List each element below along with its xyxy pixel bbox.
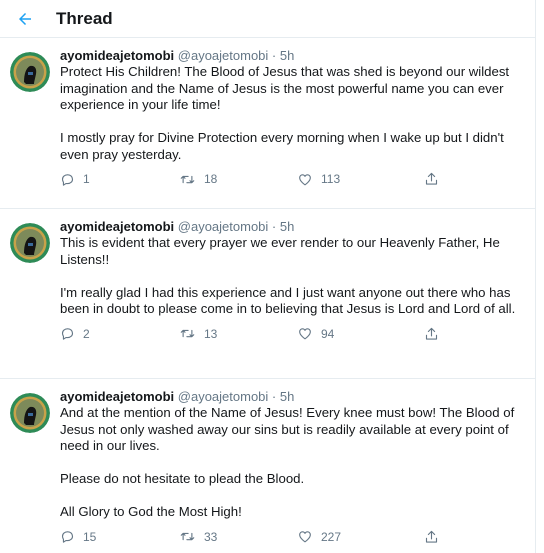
retweet-icon xyxy=(180,532,195,541)
share-button[interactable] xyxy=(424,171,439,187)
tweet[interactable]: ayomideajetomobi @ayoajetomobi · 5h Prot… xyxy=(0,38,535,209)
retweet-button[interactable]: 18 xyxy=(179,172,297,187)
tweet-actions: 2 13 94 xyxy=(60,318,525,350)
share-icon xyxy=(425,172,438,185)
retweet-button[interactable]: 33 xyxy=(179,529,297,544)
share-button[interactable] xyxy=(424,326,439,342)
retweet-button[interactable]: 13 xyxy=(179,326,297,341)
back-arrow-icon xyxy=(19,12,31,25)
reply-icon xyxy=(61,173,74,186)
avatar-image xyxy=(10,223,50,263)
author-handle[interactable]: @ayoajetomobi xyxy=(178,48,269,63)
like-count: 227 xyxy=(321,529,342,544)
like-button[interactable]: 227 xyxy=(297,529,424,544)
tweet-body: Protect His Children! The Blood of Jesus… xyxy=(60,64,525,163)
heart-icon xyxy=(299,328,311,340)
tweet-meta: ayomideajetomobi @ayoajetomobi · 5h xyxy=(60,389,525,405)
page-title: Thread xyxy=(56,8,113,28)
author-handle[interactable]: @ayoajetomobi xyxy=(178,219,269,234)
tweet-body: And at the mention of the Name of Jesus!… xyxy=(60,405,525,521)
tweet-paragraph: And at the mention of the Name of Jesus!… xyxy=(60,405,515,453)
tweet-actions: 15 33 227 xyxy=(60,521,525,553)
author-handle[interactable]: @ayoajetomobi xyxy=(178,389,269,404)
back-button[interactable] xyxy=(14,8,36,30)
heart-icon xyxy=(299,531,311,543)
meta-separator: · xyxy=(271,48,277,63)
tweet-paragraph: All Glory to God the Most High! xyxy=(60,504,242,519)
timestamp[interactable]: 5h xyxy=(280,389,294,404)
timestamp[interactable]: 5h xyxy=(280,219,294,234)
meta-separator: · xyxy=(271,389,277,404)
tweet-meta: ayomideajetomobi @ayoajetomobi · 5h xyxy=(60,48,525,64)
reply-count: 2 xyxy=(83,326,90,341)
meta-separator: · xyxy=(271,219,277,234)
retweet-icon xyxy=(180,175,195,183)
avatar-image xyxy=(10,393,50,433)
avatar-image xyxy=(10,52,50,92)
tweet-paragraph: Please do not hesitate to plead the Bloo… xyxy=(60,471,305,486)
author-name[interactable]: ayomideajetomobi xyxy=(60,219,174,234)
timestamp[interactable]: 5h xyxy=(280,48,294,63)
author-name[interactable]: ayomideajetomobi xyxy=(60,48,174,63)
retweet-count: 33 xyxy=(204,529,218,544)
tweet-paragraph: Protect His Children! The Blood of Jesus… xyxy=(60,64,510,112)
thread-header: Thread xyxy=(0,0,535,38)
avatar[interactable] xyxy=(10,393,50,433)
retweet-icon xyxy=(180,329,195,338)
reply-button[interactable]: 1 xyxy=(60,172,179,187)
tweet-actions: 1 18 113 xyxy=(60,163,525,195)
reply-button[interactable]: 2 xyxy=(60,326,179,341)
share-icon xyxy=(425,530,438,543)
like-button[interactable]: 113 xyxy=(297,172,424,187)
author-name[interactable]: ayomideajetomobi xyxy=(60,389,174,404)
heart-icon xyxy=(299,173,311,185)
tweet-paragraph: I'm really glad I had this experience an… xyxy=(60,284,516,317)
reply-count: 15 xyxy=(83,529,97,544)
like-count: 113 xyxy=(321,172,341,186)
tweet[interactable]: ayomideajetomobi @ayoajetomobi · 5h And … xyxy=(0,379,535,553)
reply-button[interactable]: 15 xyxy=(60,529,179,544)
like-count: 94 xyxy=(321,326,335,341)
avatar[interactable] xyxy=(10,223,50,263)
tweet-meta: ayomideajetomobi @ayoajetomobi · 5h xyxy=(60,219,525,235)
tweet-body: This is evident that every prayer we eve… xyxy=(60,235,525,318)
retweet-count: 18 xyxy=(204,172,218,186)
tweet-paragraph: I mostly pray for Divine Protection ever… xyxy=(60,130,504,162)
reply-count: 1 xyxy=(83,172,90,186)
retweet-count: 13 xyxy=(204,326,218,341)
avatar[interactable] xyxy=(10,52,50,92)
reply-icon xyxy=(61,531,74,543)
share-icon xyxy=(425,327,438,340)
share-button[interactable] xyxy=(424,529,439,545)
tweet[interactable]: ayomideajetomobi @ayoajetomobi · 5h This… xyxy=(0,209,535,379)
thread-view: Thread ayomideajetomobi @ayoajetomobi · … xyxy=(0,0,536,553)
like-button[interactable]: 94 xyxy=(297,326,424,341)
tweet-paragraph: This is evident that every prayer we eve… xyxy=(60,235,500,267)
reply-icon xyxy=(61,328,74,340)
